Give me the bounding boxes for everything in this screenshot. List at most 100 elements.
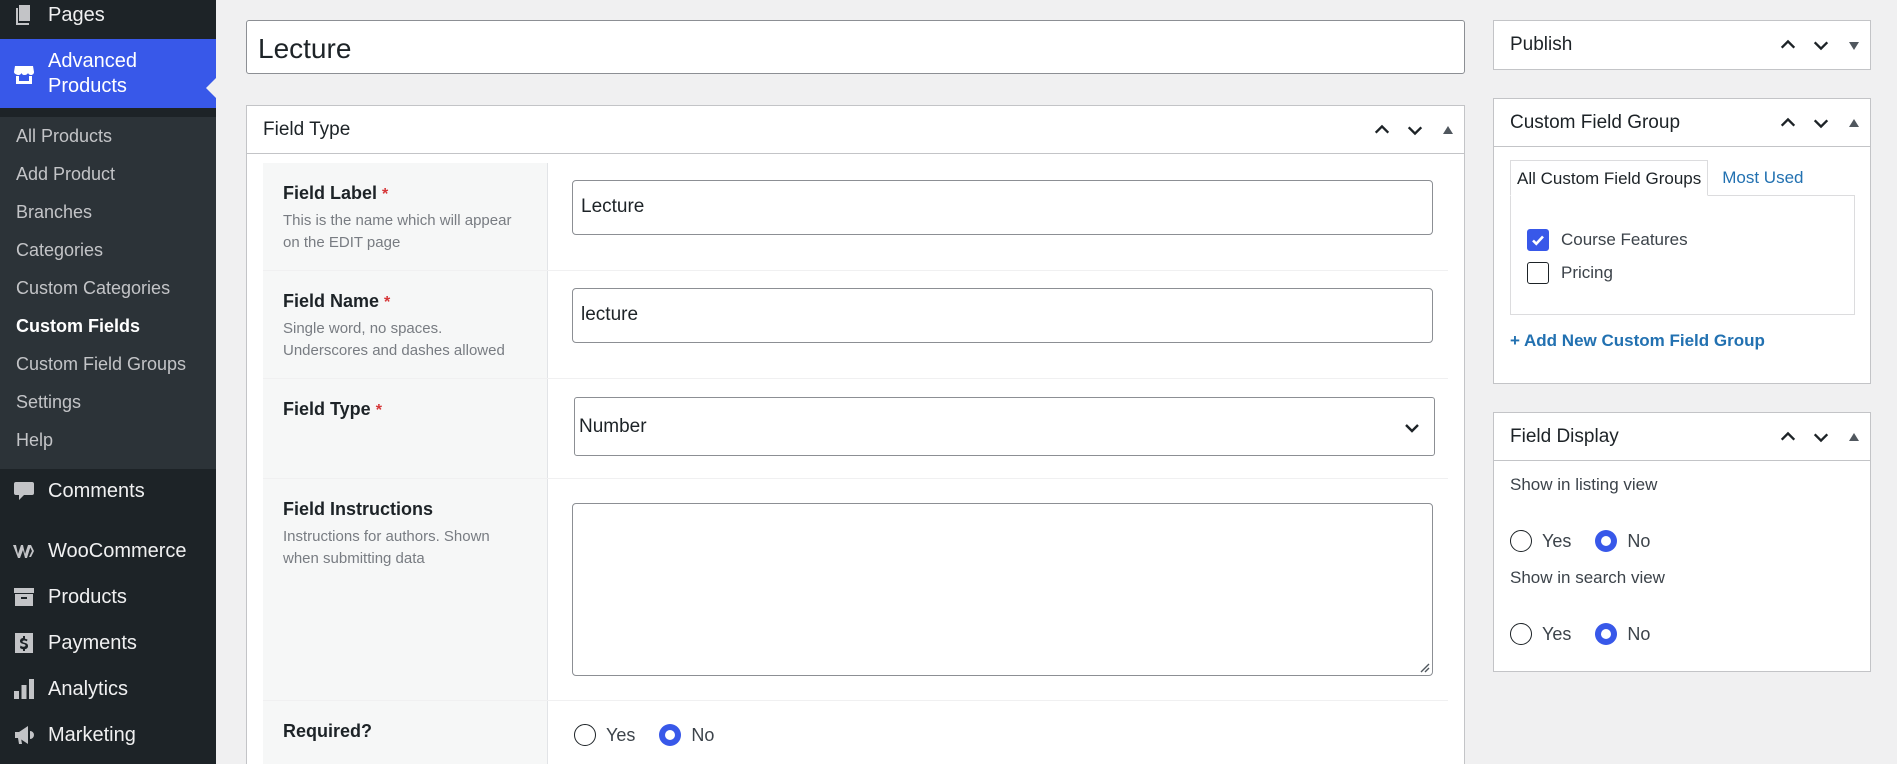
submenu-item-all-products[interactable]: All Products (16, 126, 112, 147)
radio-label: No (1627, 530, 1651, 551)
submenu-item-branches[interactable]: Branches (16, 202, 92, 223)
chevron-down-icon (1813, 433, 1828, 443)
menu-item-label: Marketing (48, 723, 136, 746)
menu-item-comments[interactable]: Comments (0, 476, 216, 506)
radio-label: No (1627, 623, 1651, 644)
required-radio-group: Yes No (574, 724, 738, 746)
submenu-item-custom-field-groups[interactable]: Custom Field Groups (16, 354, 186, 375)
move-down-button[interactable] (1398, 106, 1431, 154)
toggle-panel-button[interactable] (1837, 99, 1870, 147)
field-name-row: Field Name * Single word, no spaces. Unde… (263, 271, 1448, 379)
store-icon (0, 62, 48, 86)
move-up-button[interactable] (1365, 106, 1398, 154)
menu-item-payments[interactable]: Payments (0, 628, 216, 658)
menu-item-label: Products (48, 585, 127, 608)
menu-item-pages[interactable]: Pages (0, 0, 216, 30)
course-features-checkbox[interactable] (1527, 229, 1549, 251)
chevron-up-icon (1780, 117, 1795, 127)
submenu-item-custom-categories[interactable]: Custom Categories (16, 278, 170, 299)
chevron-down-icon (1407, 126, 1422, 136)
move-up-button[interactable] (1771, 413, 1804, 461)
tab-all-custom-field-groups[interactable]: All Custom Field Groups (1510, 160, 1709, 196)
postbox-controls (1771, 99, 1870, 147)
field-name-input[interactable]: lecture (572, 288, 1433, 343)
custom-field-group-postbox: Custom Field Group All Custom Field Grou… (1493, 98, 1871, 384)
radio-label: Yes (606, 724, 636, 745)
tab-most-used[interactable]: Most Used (1708, 160, 1809, 196)
required-title: Required? (283, 721, 373, 741)
move-down-button[interactable] (1804, 413, 1837, 461)
menu-item-label: Analytics (48, 677, 129, 700)
move-down-button[interactable] (1804, 99, 1837, 147)
postbox-controls (1365, 106, 1464, 154)
move-up-button[interactable] (1771, 99, 1804, 147)
megaphone-icon (0, 723, 48, 747)
dollar-icon (0, 631, 48, 655)
required-row: Required? Yes No (263, 701, 1448, 764)
chevron-up-icon (1374, 124, 1389, 134)
toggle-panel-button[interactable] (1837, 21, 1870, 69)
field-type-select-value: Number (579, 416, 647, 437)
toggle-panel-button[interactable] (1837, 413, 1870, 461)
field-type-select[interactable]: Number (574, 397, 1435, 456)
triangle-up-icon (1848, 119, 1859, 127)
toggle-panel-button[interactable] (1431, 106, 1464, 154)
field-label-input[interactable]: Lecture (572, 180, 1433, 235)
menu-item-label: Payments (48, 631, 137, 654)
field-label-row: Field Label * This is the name which will… (263, 163, 1448, 271)
show-in-search-label: Show in search view (1510, 568, 1665, 587)
postbox-header: Field Type (247, 106, 1464, 154)
pages-icon (0, 3, 48, 27)
postbox-controls (1771, 413, 1870, 461)
resize-handle-icon[interactable] (1418, 661, 1430, 673)
search-yes-radio[interactable] (1510, 623, 1532, 645)
checkbox-label: Course Features (1561, 230, 1688, 249)
chevron-up-icon (1780, 431, 1795, 441)
pricing-checkbox[interactable] (1527, 262, 1549, 284)
chevron-up-icon (1780, 39, 1795, 49)
field-name-description: Single word, no spaces. Underscores and … (283, 320, 505, 359)
menu-item-analytics[interactable]: Analytics (0, 674, 216, 704)
submenu-item-add-product[interactable]: Add Product (16, 164, 115, 185)
submenu-item-settings[interactable]: Settings (16, 392, 81, 413)
postbox-title: Field Type (263, 118, 351, 140)
group-course-features: Course Features (1527, 229, 1688, 251)
field-instructions-description: Instructions for authors. Shown when sub… (283, 528, 490, 567)
listing-no-radio[interactable] (1595, 530, 1618, 552)
menu-item-label: Pages (48, 3, 105, 26)
listing-yes-radio[interactable] (1510, 530, 1532, 552)
postbox-header: Custom Field Group (1494, 99, 1870, 147)
menu-item-label: Comments (48, 479, 145, 502)
required-yes-radio[interactable] (574, 724, 596, 746)
move-up-button[interactable] (1771, 21, 1804, 69)
menu-item-marketing[interactable]: Marketing (0, 720, 216, 750)
menu-item-label: WooCommerce (48, 539, 187, 562)
submenu: All Products Add Product Branches Catego… (0, 117, 216, 469)
required-cell: Required? (263, 701, 548, 764)
show-in-listing-label: Show in listing view (1510, 475, 1658, 494)
submenu-item-custom-fields[interactable]: Custom Fields (16, 316, 140, 337)
category-tabs: All Custom Field Groups Most Used (1510, 160, 1809, 196)
submenu-item-categories[interactable]: Categories (16, 240, 103, 261)
required-asterisk: * (382, 186, 389, 203)
menu-item-advanced-products[interactable]: Advanced Products (0, 39, 216, 108)
field-instructions-title: Field Instructions (283, 499, 434, 519)
search-no-radio[interactable] (1595, 623, 1618, 645)
field-instructions-row: Field Instructions Instructions for auth… (263, 479, 1448, 701)
triangle-up-icon (1848, 433, 1859, 441)
menu-item-woocommerce[interactable]: WooCommerce (0, 536, 216, 566)
menu-item-products[interactable]: Products (0, 582, 216, 612)
publish-postbox: Publish (1493, 20, 1871, 70)
post-title-input[interactable]: Lecture (246, 20, 1465, 74)
listing-radio-group: Yes No (1510, 530, 1674, 552)
check-icon (1532, 235, 1544, 246)
field-type-row: Field Type * Number (263, 379, 1448, 479)
add-new-custom-field-group-link[interactable]: + Add New Custom Field Group (1510, 331, 1765, 351)
postbox-title: Field Display (1510, 425, 1619, 447)
field-instructions-textarea[interactable] (572, 503, 1433, 676)
required-asterisk: * (375, 402, 382, 419)
required-no-radio[interactable] (659, 724, 682, 746)
required-asterisk: * (384, 294, 391, 311)
move-down-button[interactable] (1804, 21, 1837, 69)
submenu-item-help[interactable]: Help (16, 430, 53, 451)
